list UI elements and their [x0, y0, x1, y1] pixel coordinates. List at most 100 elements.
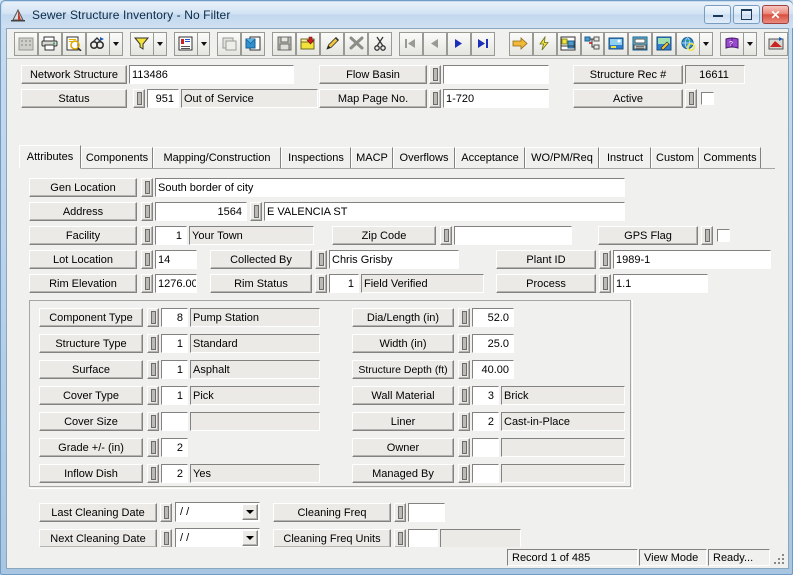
grade-lookup-icon[interactable] [147, 438, 159, 457]
cover-size-lookup-icon[interactable] [147, 412, 159, 431]
gps-flag-lookup-icon[interactable] [701, 226, 713, 245]
minimize-button[interactable] [704, 5, 731, 24]
rim-elevation-field[interactable]: 1276.00 [155, 274, 197, 293]
cleaning-freq-units-label[interactable]: Cleaning Freq Units [273, 529, 391, 548]
zip-code-field[interactable] [454, 226, 572, 245]
find-dropdown-arrow[interactable] [109, 31, 123, 56]
zip-code-lookup-icon[interactable] [440, 226, 452, 245]
tree-view-icon[interactable] [580, 31, 605, 56]
last-cleaning-date-combo[interactable]: / / [175, 502, 260, 522]
cover-type-code-field[interactable]: 1 [161, 386, 188, 405]
wall-material-lookup-icon[interactable] [458, 386, 470, 405]
liner-code-field[interactable]: 2 [472, 412, 499, 431]
structure-depth-lookup-icon[interactable] [458, 360, 470, 379]
facility-code-field[interactable]: 1 [155, 226, 187, 245]
cover-size-code-field[interactable] [161, 412, 188, 431]
width-label[interactable]: Width (in) [352, 334, 454, 353]
save-icon[interactable] [272, 31, 297, 56]
status-code-field[interactable]: 951 [147, 89, 179, 108]
status-lookup-icon[interactable] [133, 89, 145, 108]
facility-lookup-icon[interactable] [141, 226, 153, 245]
active-label[interactable]: Active [573, 89, 683, 108]
collected-by-lookup-icon[interactable] [315, 250, 327, 269]
active-lookup-icon[interactable] [685, 89, 697, 108]
component-type-label[interactable]: Component Type [39, 308, 143, 327]
liner-label[interactable]: Liner [352, 412, 454, 431]
image-icon[interactable] [604, 31, 629, 56]
cleaning-freq-lookup-icon[interactable] [394, 503, 406, 522]
map-page-no-lookup-icon[interactable] [429, 89, 441, 108]
globe-dropdown-arrow[interactable] [700, 31, 714, 56]
inflow-dish-label[interactable]: Inflow Dish [39, 464, 143, 483]
cleaning-freq-units-code-field[interactable] [408, 529, 438, 548]
cleaning-freq-field[interactable] [408, 503, 445, 522]
help-dropdown-arrow[interactable] [744, 31, 758, 56]
structure-type-lookup-icon[interactable] [147, 334, 159, 353]
inflow-dish-lookup-icon[interactable] [147, 464, 159, 483]
lightning-icon[interactable] [532, 31, 557, 56]
next-cleaning-date-dropdown-arrow[interactable] [242, 530, 258, 546]
rim-status-label[interactable]: Rim Status [210, 274, 312, 293]
managed-by-label[interactable]: Managed By [352, 464, 454, 483]
lot-location-lookup-icon[interactable] [141, 250, 153, 269]
surface-label[interactable]: Surface [39, 360, 143, 379]
photo-edit-icon[interactable] [652, 31, 677, 56]
address-number-field[interactable]: 1564 [155, 202, 247, 221]
cover-size-label[interactable]: Cover Size [39, 412, 143, 431]
filter-dropdown-arrow[interactable] [153, 31, 167, 56]
structure-depth-field[interactable]: 40.00 [472, 360, 514, 379]
globe-icon[interactable] [676, 31, 701, 56]
address-street-lookup-icon[interactable] [250, 202, 262, 221]
tab-overflows[interactable]: Overflows [393, 147, 455, 168]
grade-code-field[interactable]: 2 [161, 438, 188, 457]
collected-by-field[interactable]: Chris Grisby [329, 250, 459, 269]
add-record-icon[interactable] [296, 31, 321, 56]
title-bar[interactable]: Sewer Structure Inventory - No Filter ✕ [2, 2, 793, 28]
help-book-icon[interactable]: ? [720, 31, 745, 56]
width-field[interactable]: 25.0 [472, 334, 514, 353]
report-icon[interactable] [173, 31, 198, 56]
previous-record-icon[interactable] [422, 31, 447, 56]
owner-label[interactable]: Owner [352, 438, 454, 457]
component-type-lookup-icon[interactable] [147, 308, 159, 327]
last-cleaning-date-label[interactable]: Last Cleaning Date [39, 503, 157, 522]
structure-rec-label[interactable]: Structure Rec # [573, 65, 683, 84]
flow-basin-field[interactable] [443, 65, 549, 84]
rim-status-lookup-icon[interactable] [315, 274, 327, 293]
tab-instruct[interactable]: Instruct [599, 147, 651, 168]
surface-code-field[interactable]: 1 [161, 360, 188, 379]
cover-type-label[interactable]: Cover Type [39, 386, 143, 405]
inflow-dish-code-field[interactable]: 2 [161, 464, 188, 483]
delete-icon[interactable] [344, 31, 369, 56]
collected-by-label[interactable]: Collected By [210, 250, 312, 269]
gen-location-lookup-icon[interactable] [141, 178, 153, 197]
next-cleaning-date-lookup-icon[interactable] [160, 529, 172, 548]
close-button[interactable]: ✕ [762, 5, 789, 24]
last-cleaning-date-dropdown-arrow[interactable] [242, 504, 258, 520]
gen-location-label[interactable]: Gen Location [29, 178, 137, 197]
owner-lookup-icon[interactable] [458, 438, 470, 457]
width-lookup-icon[interactable] [458, 334, 470, 353]
find-icon[interactable] [85, 31, 110, 56]
print-preview-icon[interactable] [61, 31, 86, 56]
network-structure-label[interactable]: Network Structure [21, 65, 127, 84]
map-page-no-label[interactable]: Map Page No. [319, 89, 427, 108]
dia-length-label[interactable]: Dia/Length (in) [352, 308, 454, 327]
process-field[interactable]: 1.1 [613, 274, 708, 293]
lot-location-field[interactable]: 14 [155, 250, 197, 269]
wall-material-label[interactable]: Wall Material [352, 386, 454, 405]
managed-by-lookup-icon[interactable] [458, 464, 470, 483]
rim-status-code-field[interactable]: 1 [329, 274, 359, 293]
map-page-no-field[interactable]: 1-720 [443, 89, 549, 108]
maximize-button[interactable] [733, 5, 760, 24]
liner-lookup-icon[interactable] [458, 412, 470, 431]
managed-by-code-field[interactable] [472, 464, 499, 483]
gps-flag-checkbox[interactable] [717, 229, 730, 242]
network-structure-field[interactable]: 113486 [129, 65, 294, 84]
cover-type-lookup-icon[interactable] [147, 386, 159, 405]
address-label[interactable]: Address [29, 202, 137, 221]
edit-icon[interactable] [320, 31, 345, 56]
report-dropdown-arrow[interactable] [197, 31, 211, 56]
gen-location-field[interactable]: South border of city [155, 178, 625, 197]
surface-lookup-icon[interactable] [147, 360, 159, 379]
